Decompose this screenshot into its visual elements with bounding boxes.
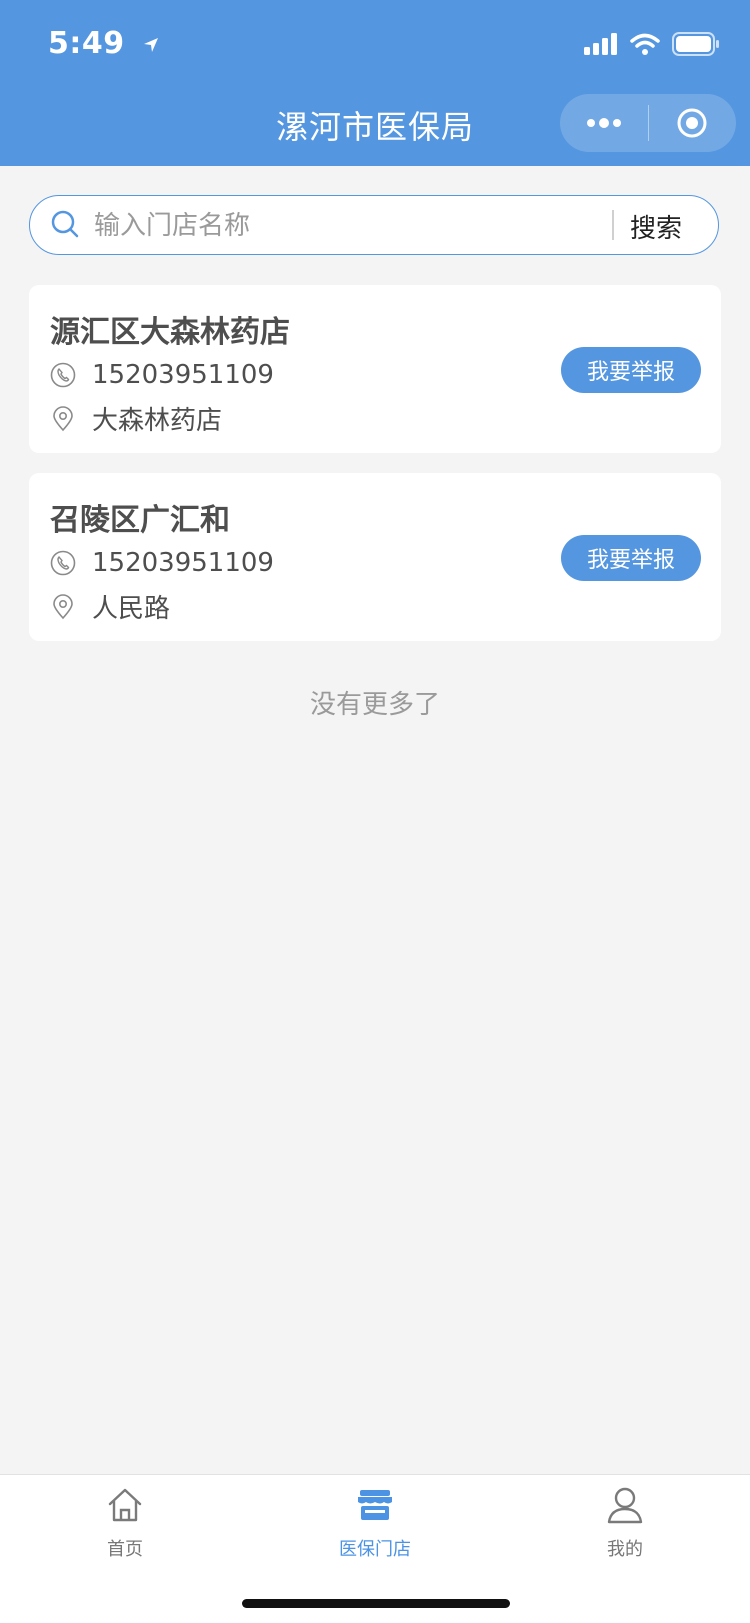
store-address-row: 人民路: [50, 588, 170, 625]
close-mini-program-button[interactable]: [649, 94, 737, 152]
store-name: 源汇区大森林药店: [50, 315, 290, 350]
search-icon: [50, 209, 80, 243]
store-card: 源汇区大森林药店 15203951109 大森林药店 我要举报: [29, 285, 721, 453]
more-dots-icon: [586, 118, 621, 128]
target-circle-icon: [677, 108, 707, 138]
home-indicator: [242, 1599, 510, 1608]
store-phone: 15203951109: [92, 360, 274, 390]
store-name: 召陵区广汇和: [50, 503, 230, 538]
tab-medical-stores[interactable]: 医保门店: [315, 1485, 435, 1561]
home-icon: [65, 1485, 185, 1529]
phone-icon: [50, 550, 76, 576]
list-end-text: 没有更多了: [309, 690, 440, 720]
user-icon: [565, 1485, 685, 1529]
status-bar-time: 5:49: [48, 26, 160, 62]
tab-home[interactable]: 首页: [65, 1485, 185, 1561]
cellular-signal-icon: [584, 33, 618, 59]
battery-icon: [672, 32, 720, 60]
header: 5:49 漯河市医保局: [0, 0, 750, 166]
report-button[interactable]: 我要举报: [561, 347, 701, 393]
report-button[interactable]: 我要举报: [561, 535, 701, 581]
tab-home-label: 首页: [107, 1539, 143, 1560]
app-screen: 5:49 漯河市医保局 输入门店名称 搜索 源汇区大森林药店 152039511…: [0, 0, 750, 1623]
mini-program-capsule: [560, 94, 736, 152]
search-bar: 搜索: [29, 195, 719, 255]
location-arrow-icon: [142, 27, 160, 62]
store-address: 人民路: [92, 594, 171, 624]
store-card: 召陵区广汇和 15203951109 人民路 我要举报: [29, 473, 721, 641]
status-time-text: 5:49: [48, 26, 125, 61]
search-divider: [612, 210, 614, 240]
tab-medical-stores-label: 医保门店: [339, 1539, 411, 1560]
wifi-icon: [630, 33, 660, 59]
tab-mine[interactable]: 我的: [565, 1485, 685, 1561]
store-address: 大森林药店: [92, 406, 223, 436]
store-phone-row: 15203951109: [50, 360, 274, 390]
search-input[interactable]: [92, 204, 616, 248]
location-pin-icon: [53, 593, 73, 619]
store-phone: 15203951109: [92, 548, 274, 578]
more-menu-button[interactable]: [560, 94, 648, 152]
search-button[interactable]: 搜索: [630, 208, 682, 245]
status-bar-icons: [584, 32, 720, 60]
phone-icon: [50, 362, 76, 388]
tab-mine-label: 我的: [607, 1539, 643, 1560]
store-address-row: 大森林药店: [50, 400, 222, 437]
store-phone-row: 15203951109: [50, 548, 274, 578]
store-icon: [315, 1485, 435, 1529]
location-pin-icon: [53, 405, 73, 431]
